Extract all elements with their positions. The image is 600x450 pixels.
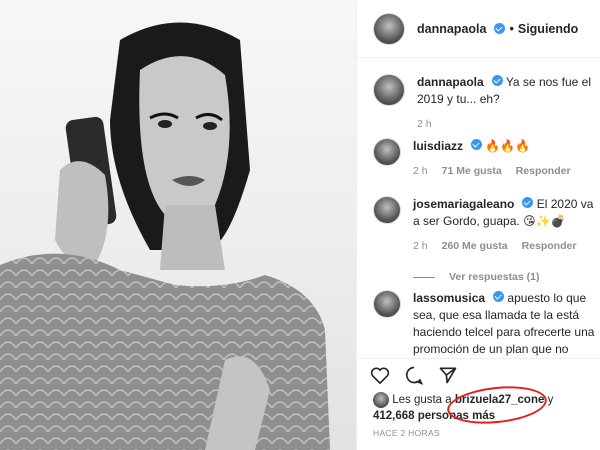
comment-time[interactable]: 2 h: [413, 238, 428, 255]
verified-icon: [471, 139, 483, 150]
post-side-panel: dannapaola • Siguiendo dannapaola Ya se …: [356, 0, 600, 450]
caption-comment: dannapaola Ya se nos fue el 2019 y tu...…: [373, 74, 600, 133]
comment-text: 🔥🔥🔥: [485, 139, 531, 153]
likes-count[interactable]: 412,668 personas más: [373, 410, 495, 422]
comment-icon[interactable]: [403, 364, 425, 386]
avatar[interactable]: [373, 74, 405, 106]
comment-item: luisdiazz 🔥🔥🔥 2 h 71 Me gusta Responder …: [373, 138, 600, 180]
liker-username[interactable]: brizuela27_cone: [455, 394, 544, 406]
likes-summary: Les gusta a brizuela27_cone y 412,668 pe…: [373, 392, 599, 424]
reply-button[interactable]: Responder: [516, 163, 571, 180]
avatar[interactable]: [373, 12, 405, 45]
view-replies-button[interactable]: Ver respuestas (1): [449, 269, 539, 286]
comment-time[interactable]: 2 h: [413, 163, 428, 180]
verified-icon: [493, 291, 505, 302]
post-photo: [0, 0, 356, 450]
verified-icon: [494, 23, 506, 34]
likes-connector: y: [547, 394, 554, 407]
comment-likes[interactable]: 260 Me gusta: [442, 238, 508, 255]
heart-icon[interactable]: [369, 364, 391, 386]
comment-item: lassomusica apuesto lo que sea, que esa …: [373, 290, 600, 358]
share-icon[interactable]: [437, 364, 459, 386]
following-button[interactable]: Siguiendo: [518, 22, 578, 36]
avatar[interactable]: [373, 290, 401, 318]
comment-username[interactable]: luisdiazz: [413, 139, 463, 153]
avatar[interactable]: [373, 392, 389, 408]
post-actions-bar: [357, 358, 600, 390]
comment-time[interactable]: 2 h: [417, 116, 432, 133]
replies-divider: [413, 277, 435, 278]
verified-icon: [491, 75, 503, 86]
separator-dot: •: [509, 21, 514, 36]
portrait-illustration: [0, 22, 330, 450]
post-header: dannapaola • Siguiendo: [357, 0, 600, 58]
comment-username[interactable]: lassomusica: [413, 291, 485, 305]
verified-icon: [522, 197, 534, 208]
avatar[interactable]: [373, 138, 401, 166]
comments-list[interactable]: dannapaola Ya se nos fue el 2019 y tu...…: [357, 58, 600, 358]
likes-prefix: Les gusta a: [392, 394, 452, 407]
comment-likes[interactable]: 71 Me gusta: [442, 163, 502, 180]
avatar[interactable]: [373, 196, 401, 224]
comment-item: josemariagaleano El 2020 va a ser Gordo,…: [373, 196, 600, 286]
post-timestamp[interactable]: HACE 2 HORAS: [373, 428, 440, 438]
comment-username[interactable]: dannapaola: [417, 75, 484, 89]
reply-button[interactable]: Responder: [522, 238, 577, 255]
comment-username[interactable]: josemariagaleano: [413, 197, 514, 211]
post-username[interactable]: dannapaola: [417, 22, 486, 36]
